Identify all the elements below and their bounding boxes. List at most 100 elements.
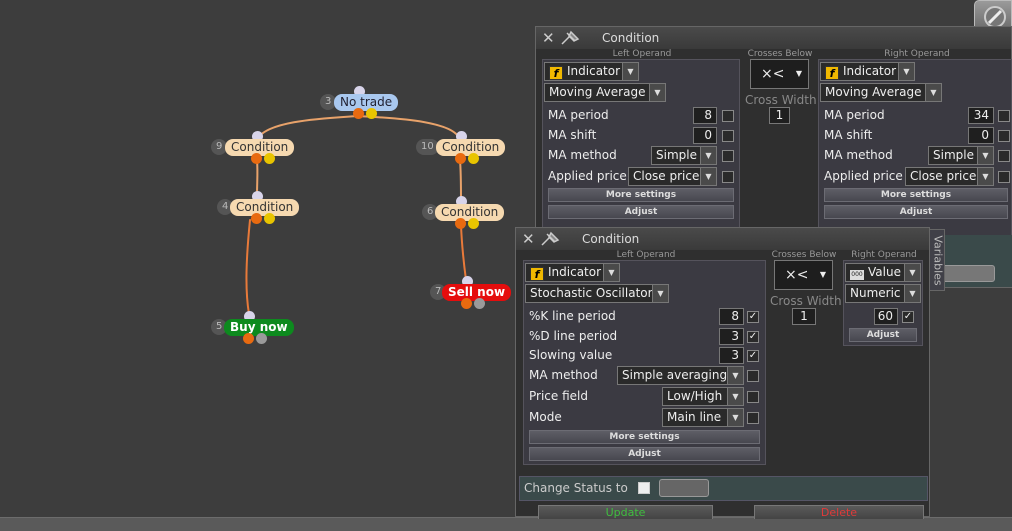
panel-title: Condition — [582, 232, 640, 246]
output-dot-false[interactable] — [455, 218, 466, 229]
param-checkbox[interactable] — [998, 171, 1010, 183]
output-dot-true[interactable] — [468, 153, 479, 164]
cross-width-input[interactable]: 1 — [792, 308, 816, 325]
variables-tab[interactable]: Variables — [928, 229, 945, 291]
ma-shift-input[interactable]: 0 — [968, 127, 994, 144]
output-dot-false[interactable] — [251, 213, 262, 224]
more-settings-button[interactable]: More settings — [548, 188, 734, 202]
output-dot-true[interactable] — [264, 213, 275, 224]
param-checkbox[interactable]: ✓ — [747, 331, 759, 343]
operand-type-dropdown[interactable]: f Indicator ▼ — [525, 263, 620, 282]
output-dot-false[interactable] — [461, 298, 472, 309]
indicator-dropdown[interactable]: Moving Average ▼ — [544, 83, 666, 102]
chevron-down-icon: ▼ — [904, 264, 920, 281]
param-checkbox[interactable] — [722, 171, 734, 183]
param-checkbox[interactable] — [722, 110, 734, 122]
ma-period-input[interactable]: 8 — [693, 107, 717, 124]
change-status-checkbox[interactable] — [638, 482, 650, 494]
output-dot-false[interactable] — [353, 108, 364, 119]
indicator-dropdown[interactable]: Moving Average ▼ — [820, 83, 942, 102]
cross-width-label: Cross Width — [745, 93, 817, 107]
param-label: MA shift — [824, 128, 873, 142]
output-dot-true[interactable] — [366, 108, 377, 119]
indicator-dropdown[interactable]: Stochastic Oscillator ▼ — [525, 284, 669, 303]
operator-label: Crosses Below — [771, 250, 837, 260]
value-checkbox[interactable]: ✓ — [902, 311, 914, 323]
ma-period-input[interactable]: 34 — [968, 107, 994, 124]
chevron-down-icon: ▼ — [898, 63, 914, 80]
update-button[interactable]: Update — [538, 505, 713, 519]
d-period-input[interactable]: 3 — [719, 328, 744, 345]
ma-method-dropdown[interactable]: Simple ▼ — [651, 146, 717, 165]
node-label: No trade — [334, 94, 399, 111]
node-condition-10[interactable]: 10 Condition — [416, 131, 506, 164]
close-icon[interactable]: ✕ — [522, 230, 535, 248]
operator-dropdown[interactable]: ×< ▼ — [750, 59, 809, 89]
k-period-input[interactable]: 8 — [719, 308, 744, 325]
panel-title: Condition — [602, 31, 660, 45]
more-settings-button[interactable]: More settings — [529, 430, 760, 444]
numeric-value-input[interactable]: 60 — [874, 308, 898, 325]
chevron-down-icon: ▼ — [727, 388, 743, 405]
param-label: Slowing value — [529, 348, 613, 362]
param-label: MA method — [529, 368, 598, 382]
operand-type-dropdown[interactable]: 000 Value ▼ — [845, 263, 921, 282]
param-checkbox[interactable] — [747, 412, 759, 424]
param-checkbox[interactable] — [998, 110, 1010, 122]
applied-price-dropdown[interactable]: Close price ▼ — [628, 167, 717, 186]
panel-titlebar[interactable]: ✕ Condition — [516, 228, 929, 250]
node-buy-now[interactable]: 5 Buy now — [211, 311, 294, 344]
cross-width-input[interactable]: 1 — [769, 107, 790, 124]
output-dot-false[interactable] — [243, 333, 254, 344]
pin-icon[interactable] — [560, 30, 580, 46]
delete-button[interactable]: Delete — [754, 505, 924, 519]
output-dot-true[interactable] — [264, 153, 275, 164]
param-label: %D line period — [529, 329, 618, 343]
adjust-button[interactable]: Adjust — [529, 447, 760, 461]
output-dot-false[interactable] — [251, 153, 262, 164]
node-condition-4[interactable]: 4 Condition — [217, 191, 302, 224]
more-settings-button[interactable]: More settings — [824, 188, 1008, 202]
param-checkbox[interactable]: ✓ — [747, 311, 759, 323]
operand-type-dropdown[interactable]: f Indicator ▼ — [544, 62, 639, 81]
adjust-button[interactable]: Adjust — [548, 205, 734, 219]
mode-dropdown[interactable]: Main line ▼ — [662, 408, 744, 427]
adjust-button[interactable]: Adjust — [849, 328, 917, 342]
close-icon[interactable]: ✕ — [542, 29, 555, 47]
status-selector[interactable] — [659, 479, 709, 497]
value-type-dropdown[interactable]: Numeric ▼ — [845, 284, 921, 303]
param-checkbox[interactable] — [722, 150, 734, 162]
panel-titlebar[interactable]: ✕ Condition — [536, 27, 1011, 49]
param-checkbox[interactable] — [998, 130, 1010, 142]
operand-type-dropdown[interactable]: f Indicator ▼ — [820, 62, 915, 81]
ma-shift-input[interactable]: 0 — [693, 127, 717, 144]
ma-method-dropdown[interactable]: Simple averaging ▼ — [617, 366, 744, 385]
param-checkbox[interactable] — [747, 370, 759, 382]
param-checkbox[interactable] — [998, 150, 1010, 162]
applied-price-dropdown[interactable]: Close price ▼ — [905, 167, 994, 186]
condition-panel-2: ✕ Condition Left Operand Crosses Below R… — [515, 227, 930, 519]
param-label: MA period — [824, 108, 885, 122]
node-condition-6[interactable]: 6 Condition — [422, 196, 507, 229]
status-input-partial[interactable] — [938, 265, 995, 282]
pin-icon[interactable] — [540, 231, 560, 247]
node-no-trade[interactable]: 3 No trade — [320, 86, 400, 119]
node-condition-9[interactable]: 9 Condition — [211, 131, 296, 164]
adjust-button[interactable]: Adjust — [824, 205, 1008, 219]
param-checkbox[interactable]: ✓ — [747, 350, 759, 362]
link-4-5 — [245, 219, 251, 315]
output-dot-false[interactable] — [455, 153, 466, 164]
param-label: Mode — [529, 410, 562, 424]
output-dot-inactive[interactable] — [474, 298, 485, 309]
param-checkbox[interactable] — [747, 391, 759, 403]
change-status-label: Change Status to — [524, 481, 628, 495]
bottom-status-bar — [0, 517, 1012, 531]
price-field-dropdown[interactable]: Low/High ▼ — [662, 387, 744, 406]
slowing-input[interactable]: 3 — [719, 347, 744, 364]
output-dot-true[interactable] — [468, 218, 479, 229]
node-sell-now[interactable]: 7 Sell now — [430, 276, 512, 309]
param-checkbox[interactable] — [722, 130, 734, 142]
output-dot-inactive[interactable] — [256, 333, 267, 344]
ma-method-dropdown[interactable]: Simple ▼ — [928, 146, 994, 165]
operator-dropdown[interactable]: ×< ▼ — [774, 260, 833, 290]
